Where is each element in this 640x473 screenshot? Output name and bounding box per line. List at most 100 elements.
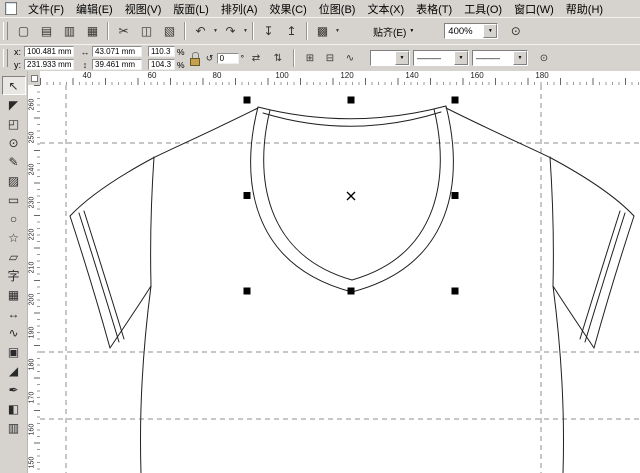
selection-handle[interactable]: [348, 288, 355, 295]
pick-tool[interactable]: ↖: [2, 76, 26, 95]
options-button[interactable]: ⊙: [504, 20, 527, 42]
dimension-tool-icon: ↔: [8, 307, 20, 321]
document-icon[interactable]: [5, 2, 17, 15]
menu-item[interactable]: 文件(F): [22, 0, 70, 18]
toolbar-grip[interactable]: [3, 22, 8, 40]
tshirt-right-sleeve-seam[interactable]: [550, 157, 553, 286]
toolbox: ↖◤◰⊙✎▨▭○☆▱字▦ ↔ ∿▣◢✒◧▥: [0, 71, 28, 473]
tshirt-left-cuff-band-2[interactable]: [84, 211, 124, 339]
text-tool[interactable]: 字: [2, 266, 26, 285]
drawing-canvas[interactable]: [40, 85, 640, 473]
cut-button[interactable]: ✂: [112, 20, 135, 42]
selection-handle[interactable]: [452, 288, 459, 295]
propbar-grip[interactable]: [3, 49, 8, 67]
ellipse-tool[interactable]: ○: [2, 209, 26, 228]
tshirt-right-cuff-band-2[interactable]: [580, 211, 620, 339]
combine-button[interactable]: ⊞: [300, 48, 320, 68]
freehand-tool[interactable]: ✎: [2, 152, 26, 171]
selection-handle[interactable]: [348, 97, 355, 104]
selection-handle[interactable]: [452, 192, 459, 199]
selection-handle[interactable]: [244, 288, 251, 295]
mirror-horizontal-button[interactable]: ⇄: [246, 48, 266, 68]
export-button[interactable]: ↥: [280, 20, 303, 42]
line-style-combo[interactable]: ———▼: [413, 50, 469, 66]
tshirt-back-collar-outer[interactable]: [258, 106, 446, 119]
selection-handle[interactable]: [244, 97, 251, 104]
zoom-level-combo[interactable]: 400% ▼: [444, 23, 498, 39]
zoom-tool[interactable]: ⊙: [2, 133, 26, 152]
fill-tool[interactable]: ◧: [2, 399, 26, 418]
tshirt-left-cuff-band-1[interactable]: [79, 213, 119, 342]
weld-button[interactable]: ⊟: [320, 48, 340, 68]
propbar-combos: ▼———▼———▼: [370, 50, 528, 66]
tshirt-neckband-outer[interactable]: [251, 106, 454, 292]
menu-item[interactable]: 文本(X): [361, 0, 410, 18]
blend-tool[interactable]: ▣: [2, 342, 26, 361]
menu-item[interactable]: 版面(L): [167, 0, 214, 18]
selection-handle[interactable]: [244, 192, 251, 199]
menu-item[interactable]: 视图(V): [119, 0, 168, 18]
arrowhead-combo[interactable]: ———▼: [472, 50, 528, 66]
save-button[interactable]: ▥: [58, 20, 81, 42]
mirror-vertical-button[interactable]: ⇅: [268, 48, 288, 68]
tshirt-right-shoulder-sleeve[interactable]: [446, 108, 634, 216]
table-tool[interactable]: ▦: [2, 285, 26, 304]
menu-item[interactable]: 编辑(E): [70, 0, 119, 18]
scale-x-input[interactable]: 110.3: [148, 46, 175, 57]
menu-item[interactable]: 位图(B): [313, 0, 362, 18]
object-height-input[interactable]: 39.461 mm: [92, 59, 142, 70]
horizontal-ruler[interactable]: 406080100120140160180: [40, 71, 640, 86]
tshirt-left-shoulder-sleeve[interactable]: [70, 108, 258, 216]
open-button[interactable]: ▤: [35, 20, 58, 42]
snap-to-dropdown[interactable]: 贴齐(E) ▼: [369, 22, 418, 41]
chevron-down-icon[interactable]: ▼: [334, 28, 341, 34]
selection-handle[interactable]: [452, 97, 459, 104]
polygon-tool[interactable]: ☆: [2, 228, 26, 247]
tshirt-left-cuff-edge[interactable]: [70, 216, 110, 348]
menu-item[interactable]: 帮助(H): [560, 0, 609, 18]
import-button[interactable]: ↧: [257, 20, 280, 42]
outline-width-combo[interactable]: ▼: [370, 50, 410, 66]
shape-tool[interactable]: ◤: [2, 95, 26, 114]
save-icon: ▥: [64, 24, 75, 38]
crop-tool[interactable]: ◰: [2, 114, 26, 133]
tshirt-right-cuff-band-1[interactable]: [585, 213, 625, 342]
interactive-fill-tool[interactable]: ▥: [2, 418, 26, 437]
lock-ratio-button[interactable]: [189, 50, 201, 67]
connector-tool[interactable]: ∿: [2, 323, 26, 342]
ruler-label: 210: [29, 254, 36, 282]
tshirt-left-sleeve-seam[interactable]: [151, 157, 154, 286]
undo-button[interactable]: ↶: [189, 20, 212, 42]
menu-item[interactable]: 工具(O): [458, 0, 508, 18]
menu-item[interactable]: 排列(A): [215, 0, 264, 18]
x-position-input[interactable]: 100.481 mm: [24, 46, 74, 57]
wrap-paragraph-text-button[interactable]: ⊙: [534, 48, 554, 68]
rotation-angle-input[interactable]: 0: [217, 53, 239, 64]
tshirt-right-body-side[interactable]: [553, 286, 564, 473]
application-launcher-button[interactable]: ▩: [311, 20, 334, 42]
canvas-area: [40, 85, 640, 473]
copy-button[interactable]: ◫: [135, 20, 158, 42]
tshirt-left-body-side[interactable]: [140, 286, 151, 473]
new-document-button[interactable]: ▢: [12, 20, 35, 42]
chevron-down-icon[interactable]: ▼: [212, 28, 219, 34]
convert-to-curves-button[interactable]: ∿: [340, 48, 360, 68]
ruler-label: 160: [470, 71, 483, 80]
redo-button[interactable]: ↷: [219, 20, 242, 42]
paste-button[interactable]: ▧: [158, 20, 181, 42]
menu-item[interactable]: 窗口(W): [508, 0, 560, 18]
print-button[interactable]: ▦: [81, 20, 104, 42]
basic-shapes-tool[interactable]: ▱: [2, 247, 26, 266]
object-width-input[interactable]: 43.071 mm: [92, 46, 142, 57]
tshirt-right-cuff-edge[interactable]: [594, 216, 634, 348]
chevron-down-icon[interactable]: ▼: [242, 28, 249, 34]
y-position-input[interactable]: 231.933 mm: [24, 59, 74, 70]
menu-item[interactable]: 效果(C): [264, 0, 313, 18]
menu-item[interactable]: 表格(T): [410, 0, 458, 18]
outline-pen-tool[interactable]: ✒: [2, 380, 26, 399]
dimension-tool[interactable]: ↔: [2, 304, 26, 323]
scale-y-input[interactable]: 104.3: [148, 59, 175, 70]
eyedropper-tool[interactable]: ◢: [2, 361, 26, 380]
smart-fill-tool[interactable]: ▨: [2, 171, 26, 190]
rectangle-tool[interactable]: ▭: [2, 190, 26, 209]
